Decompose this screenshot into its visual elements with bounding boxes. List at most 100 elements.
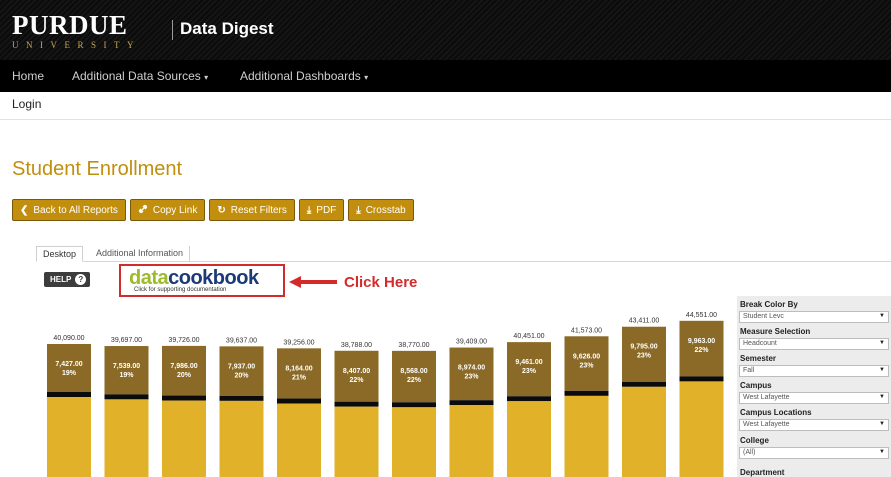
bar-segment-graduate — [104, 346, 149, 395]
pdf-button[interactable]: ⤓ PDF — [298, 199, 345, 221]
bar-percent-label: 19% — [62, 370, 77, 377]
logo-part: cookbook — [168, 267, 259, 289]
bar-segment-professional — [564, 390, 609, 396]
logo-wordmark: PURDUE — [12, 10, 128, 40]
filter-value: West Lafayette — [743, 421, 790, 428]
bar-percent-label: 23% — [522, 368, 537, 375]
button-label: Back to All Reports — [33, 204, 118, 216]
bar-segment-graduate — [47, 344, 91, 392]
title-divider — [172, 20, 173, 40]
nav-item-additional-dashboards[interactable]: Additional Dashboards ▾ — [240, 69, 368, 83]
bar-segment-undergraduate — [219, 400, 264, 477]
bar-segment-professional — [277, 398, 321, 404]
bar-segment-professional — [679, 376, 724, 382]
help-label: HELP — [50, 275, 72, 284]
bar-total-label: 44,551.00 — [686, 312, 717, 319]
bar-percent-label: 23% — [637, 353, 652, 360]
caret-down-icon: ▾ — [364, 73, 369, 82]
dropdown-arrow-icon: ▼ — [879, 449, 885, 455]
crosstab-button[interactable]: ⤓ Crosstab — [348, 199, 414, 221]
bar-total-label: 41,573.00 — [571, 327, 602, 334]
nav-item-label: Home — [12, 69, 45, 83]
bar-segment-undergraduate — [507, 401, 551, 477]
bar-total-label: 39,697.00 — [111, 337, 142, 344]
caret-down-icon: ▾ — [204, 73, 209, 82]
filter-select[interactable]: West Lafayette ▼ — [739, 419, 889, 431]
dropdown-arrow-icon: ▼ — [879, 421, 885, 427]
bar-total-label: 39,409.00 — [456, 339, 487, 346]
bar-percent-label: 22% — [349, 377, 364, 384]
bar-percent-label: 22% — [407, 377, 422, 384]
filter-value: West Lafayette — [743, 394, 790, 401]
header-bar: PURDUE UNIVERSITY Data Digest — [0, 0, 891, 60]
question-icon: ? — [75, 274, 87, 285]
download-icon: ⤓ — [306, 204, 312, 216]
nav-item-home[interactable]: Home — [12, 69, 44, 83]
logo-subtitle: UNIVERSITY — [12, 40, 141, 50]
bar-value-label: 9,461.00 — [515, 359, 542, 366]
bar-segment-professional — [392, 402, 436, 408]
cookbook-subtitle: Click for supporting documentation — [134, 287, 227, 293]
bar-total-label: 39,726.00 — [168, 337, 199, 344]
bar-percent-label: 19% — [119, 372, 134, 379]
dropdown-arrow-icon: ▼ — [879, 313, 885, 319]
filter-select[interactable]: (All) ▼ — [739, 447, 889, 459]
filter-label: Campus Locations — [740, 408, 812, 417]
help-button[interactable]: HELP ? — [44, 272, 91, 287]
bar-segment-professional — [449, 400, 494, 406]
filter-label: Break Color By — [740, 300, 798, 309]
bar-percent-label: 23% — [579, 362, 594, 369]
bar-segment-professional — [104, 394, 149, 400]
nav-item-label: Additional Dashboards — [240, 69, 361, 83]
bar-segment-professional — [162, 395, 206, 401]
bar-total-label: 39,256.00 — [283, 339, 314, 346]
filter-panel: Break Color By Student Levc ▼ Measure Selec… — [737, 296, 891, 477]
bar-segment-professional — [507, 396, 551, 402]
filter-label: College — [740, 436, 769, 445]
purdue-logo[interactable]: PURDUE UNIVERSITY — [12, 10, 141, 51]
dropdown-arrow-icon: ▼ — [879, 367, 885, 373]
filter-select[interactable]: West Lafayette ▼ — [739, 392, 889, 404]
nav-item-label: Additional Data Sources — [72, 69, 201, 83]
bar-value-label: 7,427.00 — [55, 361, 82, 368]
enrollment-chart: 40,090.00 7,427.00 19% 39,697.00 7,539.00 19%… — [47, 312, 724, 477]
bar-value-label: 9,795.00 — [630, 344, 657, 351]
filter-select[interactable]: Student Levc ▼ — [739, 311, 889, 323]
back-to-all-reports-button[interactable]: ❮ Back to All Reports — [12, 199, 126, 221]
bar-value-label: 7,539.00 — [113, 363, 140, 370]
reset-filters-button[interactable]: ↻ Reset Filters — [209, 199, 295, 221]
link-icon — [138, 204, 148, 217]
download-icon: ⤓ — [356, 204, 361, 216]
copy-link-button[interactable]: Copy Link — [129, 199, 206, 221]
bar-value-label: 8,407.00 — [343, 368, 370, 375]
bar-segment-undergraduate — [47, 397, 91, 477]
tab-desktop[interactable]: Desktop — [36, 246, 84, 262]
tab-additional-information[interactable]: Additional Information — [90, 246, 191, 262]
bar-segment-undergraduate — [564, 395, 609, 477]
bar-segment-undergraduate — [679, 381, 724, 477]
button-label: Reset Filters — [230, 204, 287, 216]
filter-select[interactable]: Headcount ▼ — [739, 338, 889, 350]
bar-segment-undergraduate — [392, 407, 436, 477]
bar-segment-undergraduate — [277, 403, 321, 477]
bar-total-label: 40,451.00 — [513, 333, 544, 340]
nav-item-additional-data-sources[interactable]: Additional Data Sources ▾ — [72, 69, 208, 83]
chevron-left-icon: ❮ — [20, 204, 29, 216]
login-link[interactable]: Login — [12, 97, 41, 111]
bar-value-label: 8,164.00 — [285, 365, 312, 372]
bar-percent-label: 20% — [234, 372, 249, 379]
dropdown-arrow-icon: ▼ — [879, 340, 885, 346]
filter-select[interactable]: Fall ▼ — [739, 365, 889, 377]
bar-value-label: 7,937.00 — [228, 363, 255, 370]
bar-value-label: 9,963.00 — [688, 338, 715, 345]
logo-part: data — [129, 267, 169, 289]
site-title[interactable]: Data Digest — [180, 19, 274, 39]
bar-total-label: 39,637.00 — [226, 337, 257, 344]
bar-percent-label: 23% — [464, 374, 479, 381]
bar-segment-professional — [47, 392, 91, 397]
data-cookbook-link[interactable]: datacookbook Click for supporting docume… — [119, 264, 285, 297]
bar-segment-professional — [219, 395, 264, 401]
bar-segment-undergraduate — [162, 400, 206, 477]
bar-percent-label: 20% — [177, 372, 192, 379]
bar-segment-professional — [334, 401, 379, 407]
